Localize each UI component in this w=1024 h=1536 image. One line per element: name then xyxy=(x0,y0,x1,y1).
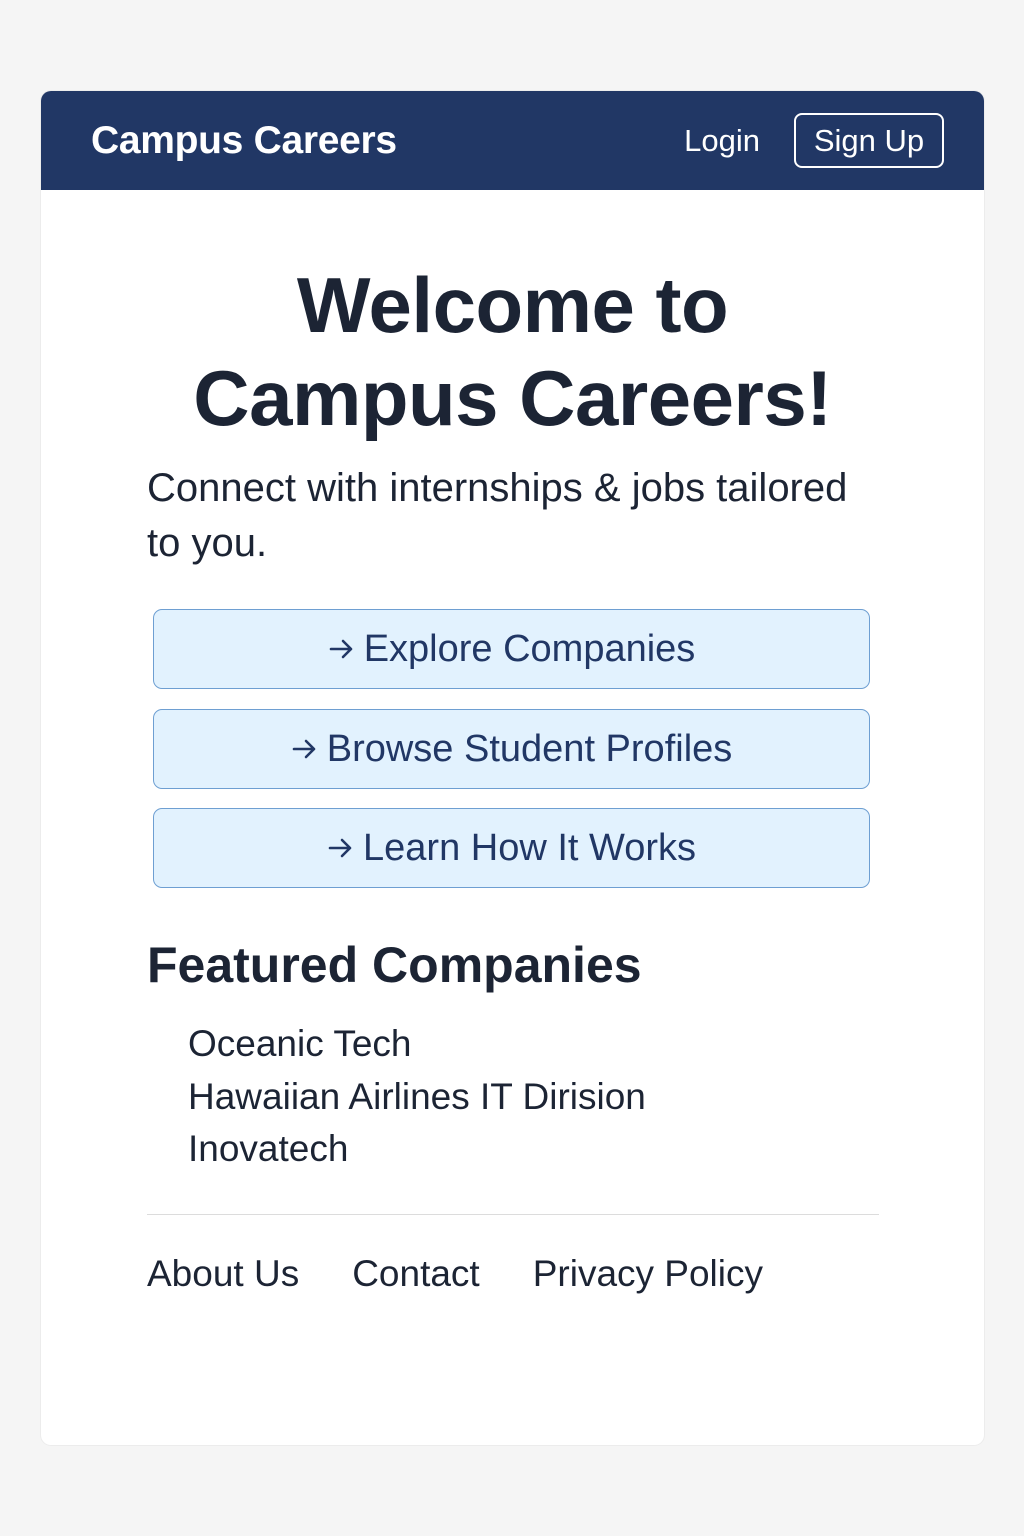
arrow-right-icon xyxy=(329,639,352,659)
navbar: Campus Careers Login Sign Up xyxy=(41,91,984,190)
arrow-right-icon xyxy=(328,838,352,858)
sign-up-button[interactable]: Sign Up xyxy=(794,113,944,168)
hero-title-line-2: Campus Careers! xyxy=(193,354,832,442)
featured-companies-heading: Featured Companies xyxy=(147,937,642,993)
learn-how-it-works-label: Learn How It Works xyxy=(363,826,696,869)
company-item-inovatech[interactable]: Inovatech xyxy=(188,1123,646,1176)
explore-companies-button[interactable]: Explore Companies xyxy=(153,609,870,689)
login-link[interactable]: Login xyxy=(684,121,760,161)
company-item-oceanic-tech[interactable]: Oceanic Tech xyxy=(188,1018,646,1071)
about-us-link[interactable]: About Us xyxy=(147,1249,299,1299)
learn-how-it-works-button[interactable]: Learn How It Works xyxy=(153,808,870,888)
hero-subtitle: Connect with internships & jobs tailored… xyxy=(147,466,848,565)
contact-link[interactable]: Contact xyxy=(352,1249,480,1299)
featured-companies-list: Oceanic Tech Hawaiian Airlines IT Dirisi… xyxy=(188,1018,646,1176)
explore-companies-label: Explore Companies xyxy=(363,627,696,670)
privacy-policy-link[interactable]: Privacy Policy xyxy=(533,1249,763,1299)
browse-student-profiles-label: Browse Student Profiles xyxy=(326,727,733,770)
main-card: Campus Careers Login Sign Up Welcome to … xyxy=(41,91,984,1445)
footer-divider xyxy=(147,1214,879,1215)
hero-title: Welcome to Campus Careers! xyxy=(41,259,984,445)
brand-logo-text[interactable]: Campus Careers xyxy=(91,118,397,164)
arrow-right-icon xyxy=(292,739,316,759)
hero-title-line-1: Welcome to xyxy=(296,261,729,349)
company-item-hawaiian-airlines-it[interactable]: Hawaiian Airlines IT Dirision xyxy=(188,1071,646,1124)
browse-student-profiles-button[interactable]: Browse Student Profiles xyxy=(153,709,870,789)
footer-links: About Us Contact Privacy Policy xyxy=(147,1249,816,1299)
